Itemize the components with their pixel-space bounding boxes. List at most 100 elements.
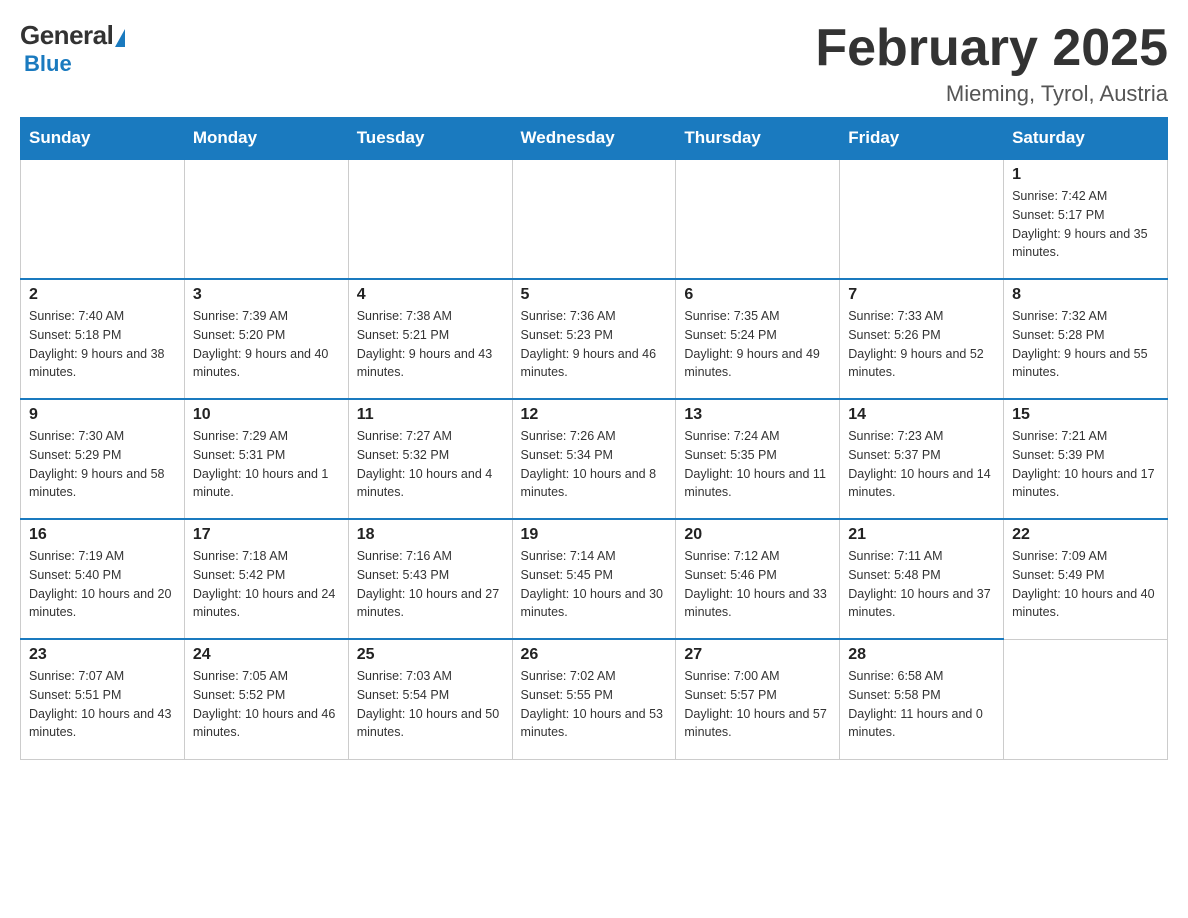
day-number: 9 [29, 406, 176, 424]
day-info: Sunrise: 7:29 AMSunset: 5:31 PMDaylight:… [193, 427, 340, 502]
calendar-day-cell [1004, 639, 1168, 759]
calendar-day-cell: 8 Sunrise: 7:32 AMSunset: 5:28 PMDaylight… [1004, 279, 1168, 399]
day-info: Sunrise: 7:23 AMSunset: 5:37 PMDaylight:… [848, 427, 995, 502]
calendar-day-cell: 4Sunrise: 7:38 AMSunset: 5:21 PMDaylight… [348, 279, 512, 399]
day-info: Sunrise: 7:33 AMSunset: 5:26 PMDaylight:… [848, 307, 995, 382]
day-number: 23 [29, 646, 176, 664]
day-number: 21 [848, 526, 995, 544]
day-number: 2 [29, 286, 176, 304]
day-info: Sunrise: 7:02 AMSunset: 5:55 PMDaylight:… [521, 667, 668, 742]
day-number: 14 [848, 406, 995, 424]
calendar-subtitle: Mieming, Tyrol, Austria [815, 81, 1168, 107]
calendar-day-cell: 14 Sunrise: 7:23 AMSunset: 5:37 PMDayligh… [840, 399, 1004, 519]
calendar-day-cell [348, 159, 512, 279]
day-info: Sunrise: 7:26 AMSunset: 5:34 PMDaylight:… [521, 427, 668, 502]
days-of-week-row: SundayMondayTuesdayWednesdayThursdayFrid… [21, 118, 1168, 160]
calendar-table: SundayMondayTuesdayWednesdayThursdayFrid… [20, 117, 1168, 760]
logo: General Blue [20, 20, 125, 77]
calendar-day-cell: 13 Sunrise: 7:24 AMSunset: 5:35 PMDayligh… [676, 399, 840, 519]
calendar-day-cell: 19 Sunrise: 7:14 AMSunset: 5:45 PMDayligh… [512, 519, 676, 639]
day-of-week-header: Thursday [676, 118, 840, 160]
day-of-week-header: Saturday [1004, 118, 1168, 160]
calendar-day-cell [840, 159, 1004, 279]
calendar-day-cell [676, 159, 840, 279]
day-number: 6 [684, 286, 831, 304]
day-info: Sunrise: 7:05 AMSunset: 5:52 PMDaylight:… [193, 667, 340, 742]
calendar-week-row: 9 Sunrise: 7:30 AMSunset: 5:29 PMDaylight… [21, 399, 1168, 519]
calendar-day-cell: 25 Sunrise: 7:03 AMSunset: 5:54 PMDayligh… [348, 639, 512, 759]
day-number: 19 [521, 526, 668, 544]
day-number: 1 [1012, 166, 1159, 184]
calendar-day-cell: 2 Sunrise: 7:40 AMSunset: 5:18 PMDaylight… [21, 279, 185, 399]
day-info: Sunrise: 7:14 AMSunset: 5:45 PMDaylight:… [521, 547, 668, 622]
day-number: 28 [848, 646, 995, 664]
day-info: Sunrise: 7:11 AMSunset: 5:48 PMDaylight:… [848, 547, 995, 622]
calendar-day-cell: 17 Sunrise: 7:18 AMSunset: 5:42 PMDayligh… [184, 519, 348, 639]
day-info: Sunrise: 7:07 AMSunset: 5:51 PMDaylight:… [29, 667, 176, 742]
day-of-week-header: Wednesday [512, 118, 676, 160]
calendar-day-cell: 21 Sunrise: 7:11 AMSunset: 5:48 PMDayligh… [840, 519, 1004, 639]
calendar-day-cell: 27 Sunrise: 7:00 AMSunset: 5:57 PMDayligh… [676, 639, 840, 759]
day-number: 18 [357, 526, 504, 544]
day-info: Sunrise: 7:27 AMSunset: 5:32 PMDaylight:… [357, 427, 504, 502]
day-number: 10 [193, 406, 340, 424]
calendar-day-cell: 23 Sunrise: 7:07 AMSunset: 5:51 PMDayligh… [21, 639, 185, 759]
calendar-day-cell: 7 Sunrise: 7:33 AMSunset: 5:26 PMDaylight… [840, 279, 1004, 399]
logo-general-text: General [20, 20, 113, 51]
calendar-day-cell: 20Sunrise: 7:12 AMSunset: 5:46 PMDayligh… [676, 519, 840, 639]
day-number: 3 [193, 286, 340, 304]
calendar-day-cell: 16Sunrise: 7:19 AMSunset: 5:40 PMDayligh… [21, 519, 185, 639]
calendar-week-row: 2 Sunrise: 7:40 AMSunset: 5:18 PMDaylight… [21, 279, 1168, 399]
calendar-day-cell: 12 Sunrise: 7:26 AMSunset: 5:34 PMDayligh… [512, 399, 676, 519]
calendar-day-cell: 11 Sunrise: 7:27 AMSunset: 5:32 PMDayligh… [348, 399, 512, 519]
title-block: February 2025 Mieming, Tyrol, Austria [815, 20, 1168, 107]
page-header: General Blue February 2025 Mieming, Tyro… [20, 20, 1168, 107]
day-number: 12 [521, 406, 668, 424]
calendar-day-cell: 3Sunrise: 7:39 AMSunset: 5:20 PMDaylight… [184, 279, 348, 399]
calendar-week-row: 23 Sunrise: 7:07 AMSunset: 5:51 PMDayligh… [21, 639, 1168, 759]
logo-triangle-icon [115, 29, 125, 47]
day-number: 17 [193, 526, 340, 544]
calendar-body: 1 Sunrise: 7:42 AMSunset: 5:17 PMDaylight… [21, 159, 1168, 759]
day-number: 7 [848, 286, 995, 304]
day-info: Sunrise: 7:35 AMSunset: 5:24 PMDaylight:… [684, 307, 831, 382]
calendar-day-cell: 22Sunrise: 7:09 AMSunset: 5:49 PMDayligh… [1004, 519, 1168, 639]
day-info: Sunrise: 7:40 AMSunset: 5:18 PMDaylight:… [29, 307, 176, 382]
day-of-week-header: Tuesday [348, 118, 512, 160]
calendar-day-cell: 1 Sunrise: 7:42 AMSunset: 5:17 PMDaylight… [1004, 159, 1168, 279]
day-info: Sunrise: 7:30 AMSunset: 5:29 PMDaylight:… [29, 427, 176, 502]
day-info: Sunrise: 7:32 AMSunset: 5:28 PMDaylight:… [1012, 307, 1159, 382]
day-number: 24 [193, 646, 340, 664]
day-number: 15 [1012, 406, 1159, 424]
day-info: Sunrise: 7:09 AMSunset: 5:49 PMDaylight:… [1012, 547, 1159, 622]
calendar-day-cell: 10 Sunrise: 7:29 AMSunset: 5:31 PMDayligh… [184, 399, 348, 519]
day-info: Sunrise: 7:42 AMSunset: 5:17 PMDaylight:… [1012, 187, 1159, 262]
day-number: 26 [521, 646, 668, 664]
day-info: Sunrise: 7:36 AMSunset: 5:23 PMDaylight:… [521, 307, 668, 382]
calendar-header: SundayMondayTuesdayWednesdayThursdayFrid… [21, 118, 1168, 160]
day-info: Sunrise: 7:03 AMSunset: 5:54 PMDaylight:… [357, 667, 504, 742]
day-of-week-header: Friday [840, 118, 1004, 160]
calendar-week-row: 1 Sunrise: 7:42 AMSunset: 5:17 PMDaylight… [21, 159, 1168, 279]
calendar-day-cell: 5 Sunrise: 7:36 AMSunset: 5:23 PMDaylight… [512, 279, 676, 399]
day-of-week-header: Sunday [21, 118, 185, 160]
day-number: 20 [684, 526, 831, 544]
day-number: 8 [1012, 286, 1159, 304]
calendar-day-cell: 24 Sunrise: 7:05 AMSunset: 5:52 PMDayligh… [184, 639, 348, 759]
day-info: Sunrise: 7:24 AMSunset: 5:35 PMDaylight:… [684, 427, 831, 502]
day-info: Sunrise: 6:58 AMSunset: 5:58 PMDaylight:… [848, 667, 995, 742]
day-info: Sunrise: 7:38 AMSunset: 5:21 PMDaylight:… [357, 307, 504, 382]
day-number: 27 [684, 646, 831, 664]
day-info: Sunrise: 7:19 AMSunset: 5:40 PMDaylight:… [29, 547, 176, 622]
calendar-day-cell: 26 Sunrise: 7:02 AMSunset: 5:55 PMDayligh… [512, 639, 676, 759]
day-info: Sunrise: 7:18 AMSunset: 5:42 PMDaylight:… [193, 547, 340, 622]
calendar-day-cell [184, 159, 348, 279]
calendar-day-cell [21, 159, 185, 279]
day-info: Sunrise: 7:21 AMSunset: 5:39 PMDaylight:… [1012, 427, 1159, 502]
day-info: Sunrise: 7:00 AMSunset: 5:57 PMDaylight:… [684, 667, 831, 742]
day-number: 25 [357, 646, 504, 664]
day-number: 5 [521, 286, 668, 304]
day-number: 13 [684, 406, 831, 424]
day-number: 11 [357, 406, 504, 424]
calendar-day-cell [512, 159, 676, 279]
